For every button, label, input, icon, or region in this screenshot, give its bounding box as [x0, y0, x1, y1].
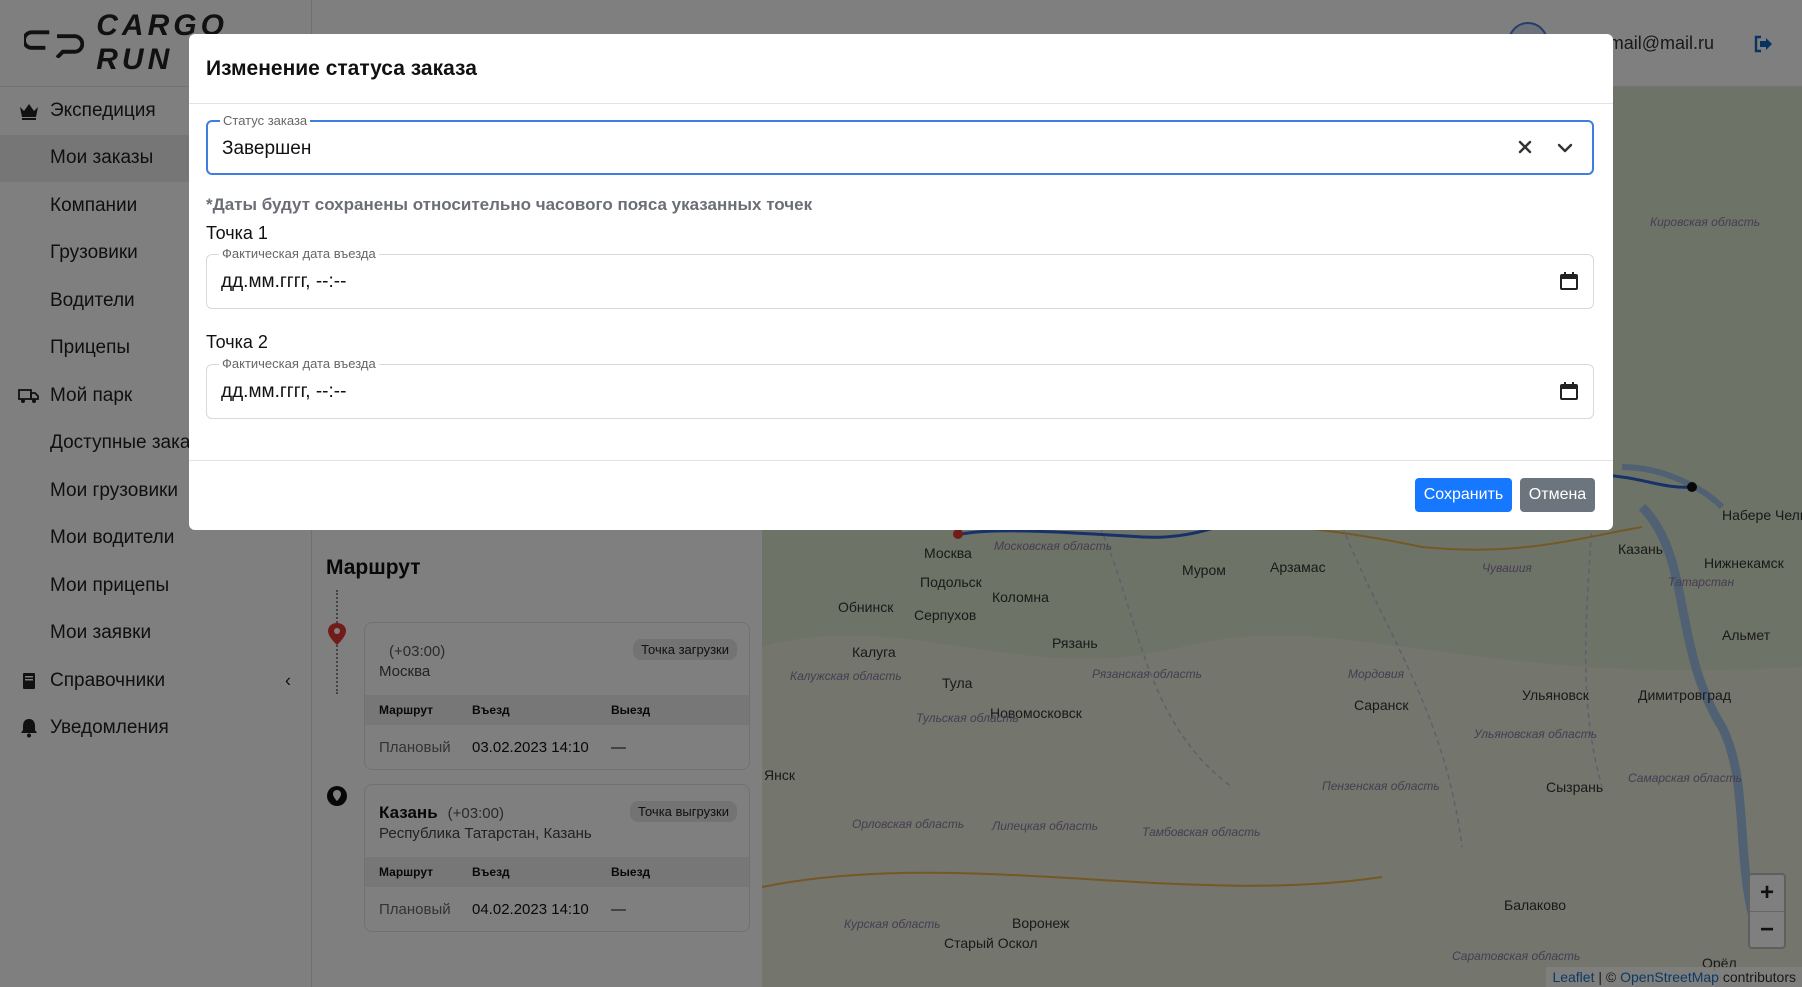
point-1-date-input[interactable]: Фактическая дата въезда дд.мм.гггг, --:-…: [206, 247, 1594, 309]
calendar-icon[interactable]: [1559, 271, 1579, 291]
modal-header: Изменение статуса заказа: [189, 34, 1613, 104]
timezone-hint: *Даты будут сохранены относительно часов…: [206, 195, 813, 214]
modal-title: Изменение статуса заказа: [206, 56, 477, 80]
status-select[interactable]: Статус заказа Завершен: [206, 114, 1594, 175]
change-status-modal: Изменение статуса заказа Статус заказа З…: [189, 34, 1613, 530]
point-2-date-input[interactable]: Фактическая дата въезда дд.мм.гггг, --:-…: [206, 357, 1594, 419]
save-button[interactable]: Сохранить: [1415, 478, 1512, 512]
point-1-label: Точка 1: [206, 223, 268, 243]
chevron-down-icon[interactable]: [1554, 137, 1576, 159]
point-1-date-legend: Фактическая дата въезда: [219, 247, 379, 261]
point-2-date-legend: Фактическая дата въезда: [219, 357, 379, 371]
point-2-label: Точка 2: [206, 332, 268, 352]
modal-footer: Сохранить Отмена: [189, 461, 1613, 529]
status-select-label: Статус заказа: [220, 114, 311, 128]
modal-body: Статус заказа Завершен *Даты будут сохра…: [189, 104, 1613, 461]
calendar-icon[interactable]: [1559, 381, 1579, 401]
point-1-date-value: дд.мм.гггг, --:--: [221, 271, 347, 292]
point-2-date-value: дд.мм.гггг, --:--: [221, 381, 347, 402]
clear-icon[interactable]: [1514, 136, 1536, 158]
cancel-button[interactable]: Отмена: [1520, 478, 1595, 512]
status-select-value: Завершен: [222, 138, 312, 159]
